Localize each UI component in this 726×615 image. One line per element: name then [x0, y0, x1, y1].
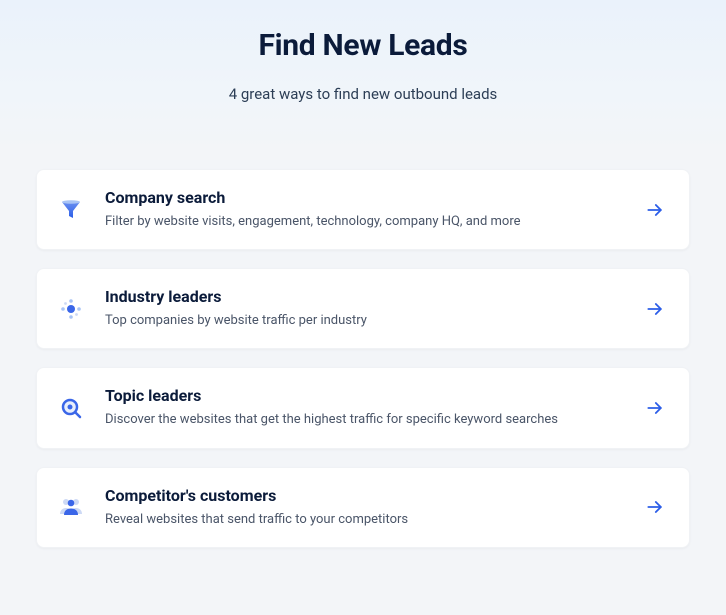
card-title: Company search — [105, 188, 625, 207]
card-content: Competitor's customers Reveal websites t… — [105, 486, 625, 529]
card-company-search[interactable]: Company search Filter by website visits,… — [36, 169, 690, 250]
hub-icon — [55, 293, 87, 325]
card-title: Industry leaders — [105, 287, 625, 306]
card-topic-leaders[interactable]: Topic leaders Discover the websites that… — [36, 367, 690, 448]
page-subtitle: 4 great ways to find new outbound leads — [0, 85, 726, 103]
card-title: Competitor's customers — [105, 486, 625, 505]
card-description: Top companies by website traffic per ind… — [105, 312, 625, 330]
arrow-right-icon — [643, 198, 667, 222]
card-description: Filter by website visits, engagement, te… — [105, 213, 625, 231]
arrow-right-icon — [643, 297, 667, 321]
people-icon — [55, 491, 87, 523]
card-description: Discover the websites that get the highe… — [105, 411, 625, 429]
cards-container: Company search Filter by website visits,… — [0, 151, 726, 566]
card-content: Company search Filter by website visits,… — [105, 188, 625, 231]
card-content: Industry leaders Top companies by websit… — [105, 287, 625, 330]
card-title: Topic leaders — [105, 386, 625, 405]
card-description: Reveal websites that send traffic to you… — [105, 511, 625, 529]
card-competitors-customers[interactable]: Competitor's customers Reveal websites t… — [36, 467, 690, 548]
funnel-icon — [55, 194, 87, 226]
card-industry-leaders[interactable]: Industry leaders Top companies by websit… — [36, 268, 690, 349]
page-title: Find New Leads — [0, 28, 726, 63]
magnify-icon — [55, 392, 87, 424]
header-section: Find New Leads 4 great ways to find new … — [0, 0, 726, 151]
arrow-right-icon — [643, 396, 667, 420]
arrow-right-icon — [643, 495, 667, 519]
card-content: Topic leaders Discover the websites that… — [105, 386, 625, 429]
